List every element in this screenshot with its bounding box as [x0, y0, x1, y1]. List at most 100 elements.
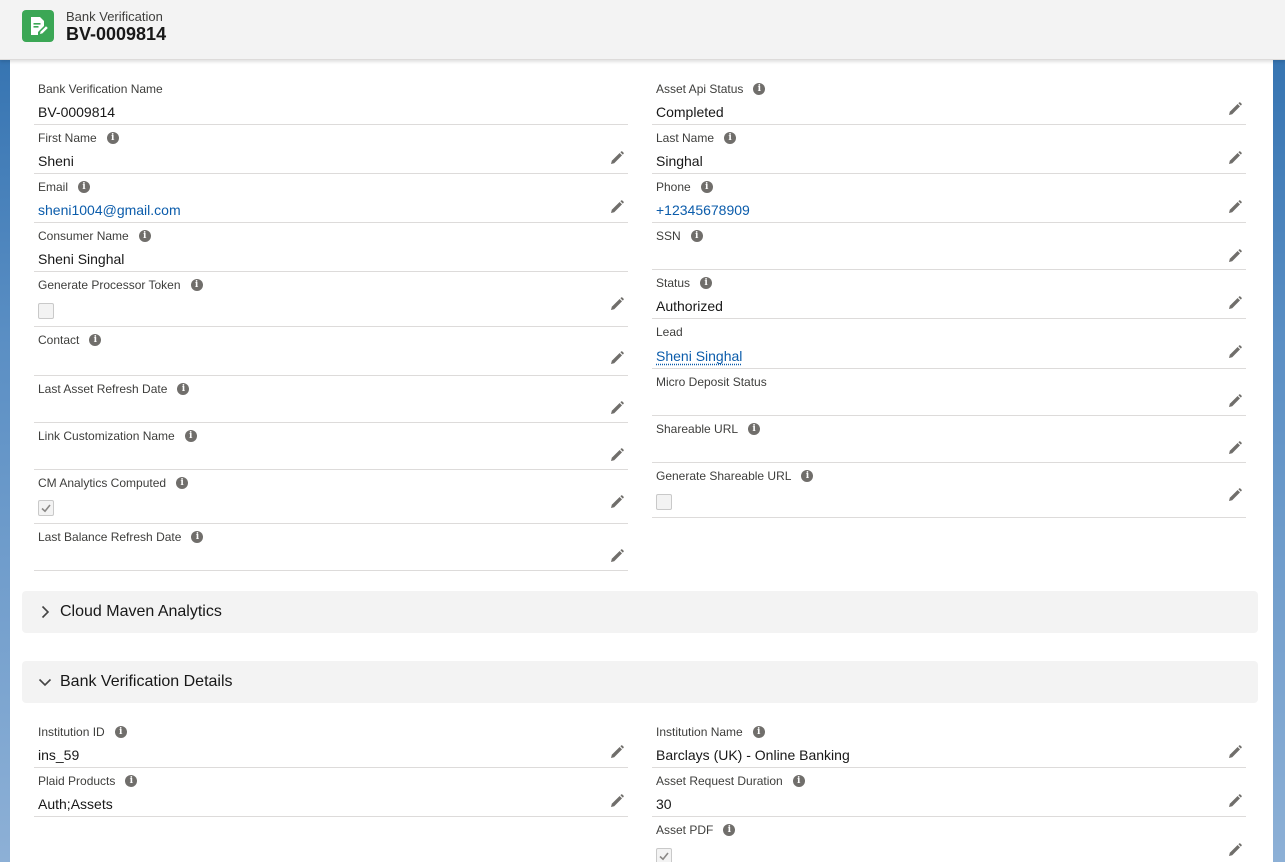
info-icon[interactable]: i — [190, 279, 203, 291]
field-last-asset-refresh-date: Last Asset Refresh Date i — [34, 376, 628, 423]
chevron-right-icon — [41, 605, 50, 619]
pencil-icon[interactable] — [610, 401, 624, 415]
pencil-icon[interactable] — [1228, 394, 1242, 408]
lead-link[interactable]: Sheni Singhal — [656, 348, 742, 364]
field-asset-request-duration: Asset Request Duration i 30 — [652, 768, 1246, 817]
field-label: Asset Request Duration i — [656, 774, 805, 788]
pencil-icon[interactable] — [610, 151, 624, 165]
info-icon[interactable]: i — [801, 470, 814, 482]
pencil-icon[interactable] — [1228, 345, 1242, 359]
field-value: ins_59 — [38, 747, 80, 763]
info-icon[interactable]: i — [138, 230, 151, 242]
info-icon[interactable]: i — [106, 132, 119, 144]
field-label: SSN i — [656, 229, 703, 243]
phone-link[interactable]: +12345678909 — [656, 202, 750, 218]
info-icon[interactable]: i — [723, 824, 736, 836]
field-label: Shareable URL i — [656, 422, 761, 436]
record-header: Bank Verification BV-0009814 — [0, 0, 1285, 60]
field-label: Generate Processor Token i — [38, 278, 203, 292]
field-label: Asset PDF i — [656, 823, 736, 837]
info-icon[interactable]: i — [114, 726, 127, 738]
field-label: Generate Shareable URL i — [656, 469, 814, 483]
pencil-icon[interactable] — [610, 549, 624, 563]
chevron-down-icon — [38, 678, 52, 687]
info-icon[interactable]: i — [700, 181, 713, 193]
field-label: Asset Api Status i — [656, 82, 766, 96]
field-institution-name: Institution Name i Barclays (UK) - Online… — [652, 719, 1246, 768]
section-bank-verification-details[interactable]: Bank Verification Details — [22, 661, 1258, 703]
pencil-icon[interactable] — [610, 745, 624, 759]
field-value: 30 — [656, 796, 672, 812]
pencil-icon[interactable] — [1228, 249, 1242, 263]
info-icon[interactable]: i — [792, 775, 805, 787]
pencil-icon[interactable] — [1228, 102, 1242, 116]
checkmark-icon — [40, 502, 52, 514]
field-label: Institution ID i — [38, 725, 127, 739]
field-phone: Phone i +12345678909 — [652, 174, 1246, 223]
field-link-customization-name: Link Customization Name i — [34, 423, 628, 470]
info-icon[interactable]: i — [690, 230, 703, 242]
field-first-name: First Name i Sheni — [34, 125, 628, 174]
info-icon[interactable]: i — [724, 132, 737, 144]
field-label: Plaid Products i — [38, 774, 138, 788]
pencil-icon[interactable] — [1228, 441, 1242, 455]
field-label: Micro Deposit Status — [656, 375, 767, 389]
info-icon[interactable]: i — [125, 775, 138, 787]
field-label: Bank Verification Name — [38, 82, 163, 96]
field-label: Last Name i — [656, 131, 737, 145]
section-title: Cloud Maven Analytics — [60, 603, 222, 620]
pencil-icon[interactable] — [610, 495, 624, 509]
field-label: First Name i — [38, 131, 119, 145]
field-label: Lead — [656, 325, 683, 339]
field-label: Link Customization Name i — [38, 429, 197, 443]
pencil-icon[interactable] — [610, 794, 624, 808]
field-shareable-url: Shareable URL i — [652, 416, 1246, 463]
info-icon[interactable]: i — [748, 423, 761, 435]
pencil-icon[interactable] — [1228, 488, 1242, 502]
pencil-icon[interactable] — [1228, 794, 1242, 808]
info-icon[interactable]: i — [753, 83, 766, 95]
field-ssn: SSN i — [652, 223, 1246, 270]
field-value: Barclays (UK) - Online Banking — [656, 747, 850, 763]
record-detail-card: Bank Verification Name BV-0009814 Asset … — [10, 60, 1273, 862]
pencil-icon[interactable] — [1228, 200, 1242, 214]
info-icon[interactable]: i — [184, 430, 197, 442]
generate-processor-token-checkbox[interactable] — [38, 303, 54, 319]
asset-pdf-checkbox[interactable] — [656, 848, 672, 862]
info-icon[interactable]: i — [191, 531, 204, 543]
info-icon[interactable]: i — [700, 277, 713, 289]
field-status: Status i Authorized — [652, 270, 1246, 319]
field-institution-id: Institution ID i ins_59 — [34, 719, 628, 768]
field-value: Auth;Assets — [38, 796, 113, 812]
object-type-label: Bank Verification — [66, 9, 163, 24]
pencil-icon[interactable] — [610, 297, 624, 311]
field-generate-shareable-url: Generate Shareable URL i — [652, 463, 1246, 518]
pencil-icon[interactable] — [1228, 151, 1242, 165]
section-title: Bank Verification Details — [60, 673, 233, 690]
field-value: Authorized — [656, 298, 723, 314]
field-asset-pdf: Asset PDF i — [652, 817, 1246, 862]
pencil-icon[interactable] — [610, 448, 624, 462]
generate-shareable-url-checkbox[interactable] — [656, 494, 672, 510]
email-link[interactable]: sheni1004@gmail.com — [38, 202, 181, 218]
pencil-icon[interactable] — [610, 200, 624, 214]
info-icon[interactable]: i — [177, 383, 190, 395]
field-label: Last Balance Refresh Date i — [38, 530, 204, 544]
pencil-icon[interactable] — [1228, 745, 1242, 759]
field-last-balance-refresh-date: Last Balance Refresh Date i — [34, 524, 628, 571]
info-icon[interactable]: i — [89, 334, 102, 346]
field-cm-analytics-computed: CM Analytics Computed i — [34, 470, 628, 524]
pencil-icon[interactable] — [610, 351, 624, 365]
pencil-icon[interactable] — [1228, 843, 1242, 857]
field-label: Email i — [38, 180, 91, 194]
info-icon[interactable]: i — [78, 181, 91, 193]
cm-analytics-computed-checkbox[interactable] — [38, 500, 54, 516]
info-icon[interactable]: i — [176, 477, 189, 489]
info-icon[interactable]: i — [752, 726, 765, 738]
field-label: CM Analytics Computed i — [38, 476, 189, 490]
field-plaid-products: Plaid Products i Auth;Assets — [34, 768, 628, 817]
section-cloud-maven-analytics[interactable]: Cloud Maven Analytics — [22, 591, 1258, 633]
checkmark-icon — [658, 850, 670, 862]
pencil-icon[interactable] — [1228, 296, 1242, 310]
field-lead: Lead Sheni Singhal — [652, 319, 1246, 369]
